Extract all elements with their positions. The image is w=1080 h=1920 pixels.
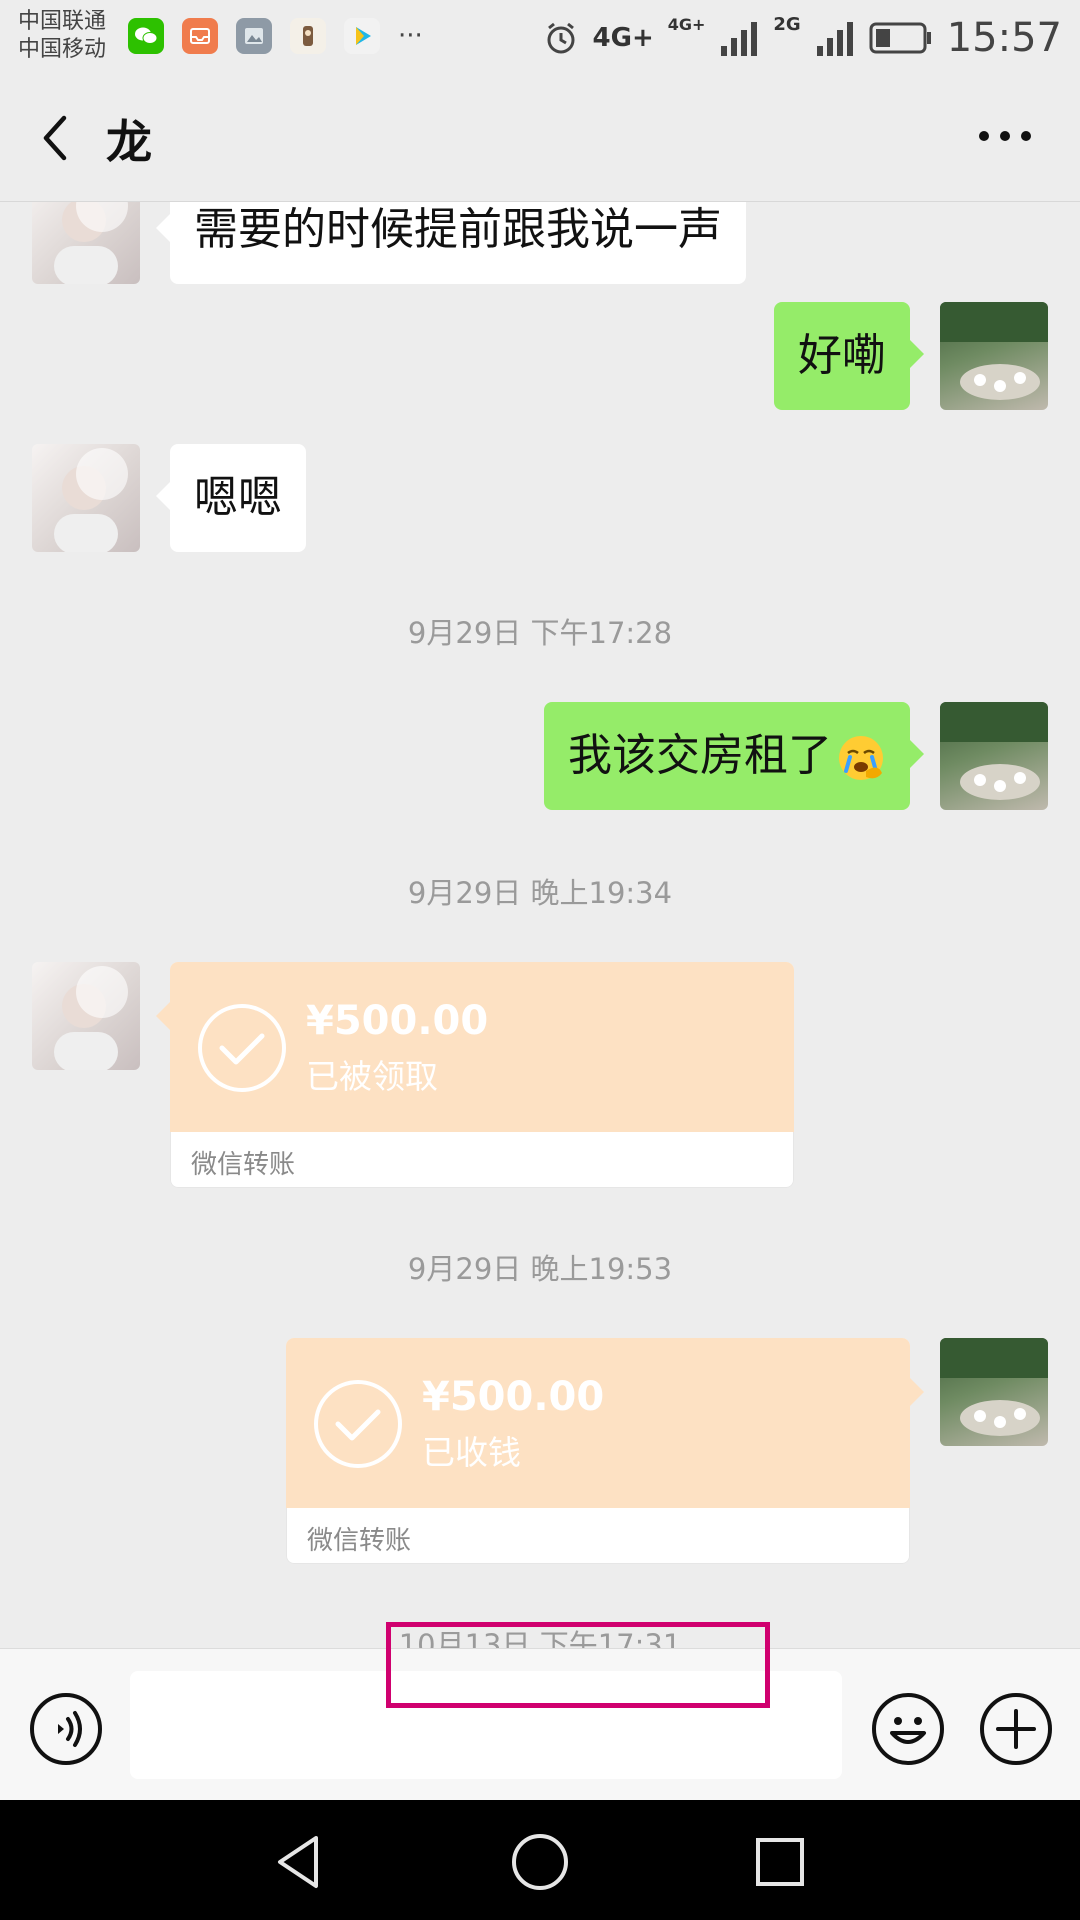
timestamp: 9月29日 晚上19:53 [407,1252,673,1286]
message-bubble[interactable]: 我该交房租了 [544,702,924,810]
transfer-status: 已被领取 [306,1057,438,1096]
transfer-amount: ¥500.00 [306,998,489,1044]
wechat-icon [128,18,164,54]
page-title: 龙 [106,115,152,169]
more-notifications: ··· [398,21,423,51]
transfer-amount: ¥500.00 [422,1374,605,1420]
status-bar: 中国联通 中国移动 ··· 4G+ 4G+ 2G 15:57 [0,0,1080,76]
contact-avatar[interactable] [32,444,140,552]
transfer-footer: 微信转账 [170,1132,794,1188]
voice-icon[interactable] [28,1691,104,1767]
transfer-card[interactable]: ¥500.00 已被领取 微信转账 [156,962,794,1188]
checkmark-circle-icon [198,1004,286,1092]
home-circle-icon[interactable] [508,1830,572,1894]
carrier-info: 中国联通 中国移动 [18,8,106,64]
contact-avatar[interactable] [32,202,140,284]
video-icon [344,18,380,54]
my-avatar[interactable] [940,1338,1048,1446]
message-text: 需要的时候提前跟我说一声 [194,204,722,255]
contact-avatar[interactable] [32,962,140,1070]
message-list[interactable]: 需要的时候提前跟我说一声 好嘞 嗯嗯 9月29日 下午17:28 我该交房租了 … [0,202,1080,1648]
network-label-1: 4G+ [592,23,654,53]
notification-icons: ··· [128,18,423,54]
checkmark-circle-icon [314,1380,402,1468]
system-status: 4G+ 4G+ 2G 15:57 [543,10,1062,66]
transfer-label: 微信转账 [191,1150,296,1180]
signal-icon-2 [816,22,853,56]
transfer-label: 微信转账 [307,1526,412,1556]
message-text: 好嘞 [798,330,886,381]
timestamp: 9月29日 晚上19:34 [407,876,673,910]
gallery-icon [236,18,272,54]
network-label-2: 4G+ [667,14,706,34]
back-triangle-icon[interactable] [268,1830,332,1894]
signal-icon-1 [721,22,758,56]
recents-square-icon[interactable] [748,1830,812,1894]
network-label-3: 2G [773,13,801,35]
transfer-status: 已收钱 [422,1433,521,1472]
chat-header: 龙 [0,76,1080,202]
emoji-icon[interactable] [870,1691,946,1767]
carrier-2: 中国移动 [18,37,107,62]
message-bubble[interactable]: 好嘞 [774,302,924,410]
plus-icon[interactable] [978,1691,1054,1767]
navigation-bar [0,1800,1080,1920]
timestamp: 9月29日 下午17:28 [407,616,673,650]
message-bubble[interactable]: 需要的时候提前跟我说一声 [156,202,746,284]
app-icon [290,18,326,54]
my-avatar[interactable] [940,702,1048,810]
clock: 15:57 [946,15,1062,61]
battery-icon [869,22,931,54]
message-text: 我该交房租了 [568,730,832,781]
message-bubble[interactable]: 嗯嗯 [156,444,306,552]
chevron-left-icon[interactable] [32,110,82,166]
more-icon[interactable] [970,106,1040,166]
transfer-footer: 微信转账 [286,1508,910,1564]
face-palm-crying-emoji-icon [839,736,883,780]
transfer-card[interactable]: ¥500.00 已收钱 微信转账 [286,1338,924,1564]
mail-icon [182,18,218,54]
my-avatar[interactable] [940,302,1048,410]
message-text: 嗯嗯 [194,472,282,523]
highlight-box [386,1622,770,1708]
carrier-1: 中国联通 [18,9,107,34]
alarm-icon [547,22,575,54]
